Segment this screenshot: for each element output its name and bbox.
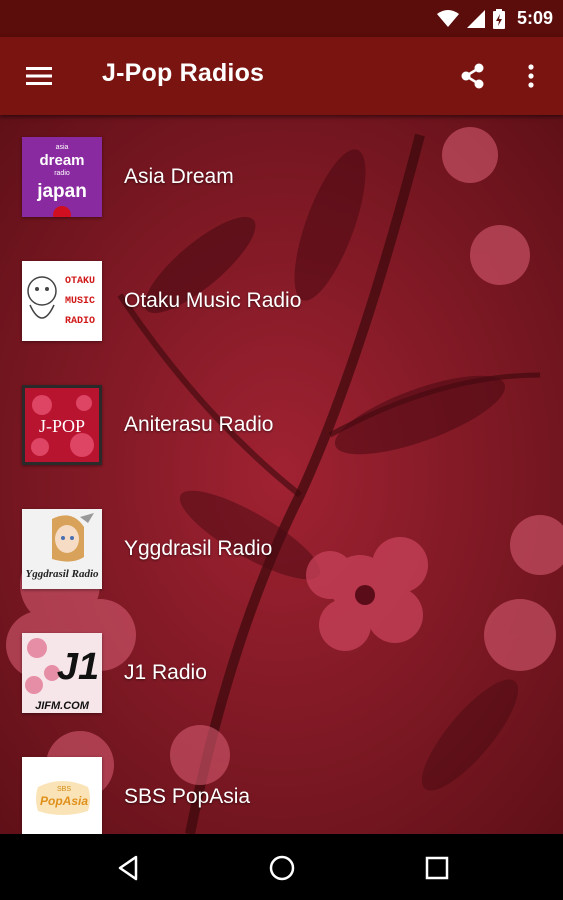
svg-text:Yggdrasil Radio: Yggdrasil Radio — [25, 568, 99, 580]
wifi-icon — [436, 9, 459, 27]
yggdrasil-radio-logo: Yggdrasil Radio — [22, 509, 102, 589]
sbs-popasia-logo: SBS PopAsia — [22, 757, 102, 834]
station-item-aniterasu-radio[interactable]: J-POP Aniterasu Radio — [0, 363, 563, 487]
battery-icon — [492, 8, 505, 29]
svg-text:japan: japan — [36, 181, 87, 202]
more-vert-icon[interactable] — [520, 61, 542, 91]
station-name: SBS PopAsia — [124, 785, 251, 808]
svg-text:MUSIC: MUSIC — [65, 296, 95, 307]
svg-text:SBS: SBS — [57, 786, 71, 793]
navigation-bar — [0, 834, 563, 900]
app-bar: J-Pop Radios — [0, 37, 563, 115]
station-name: Asia Dream — [124, 165, 234, 188]
station-list-container: asia dream radio japan Asia Dream OTAKU … — [0, 115, 563, 834]
svg-text:RADIO: RADIO — [65, 316, 95, 327]
svg-text:JIFM.COM: JIFM.COM — [35, 700, 90, 712]
aniterasu-radio-logo: J-POP — [22, 385, 102, 465]
cell-signal-icon — [466, 9, 485, 28]
svg-text:OTAKU: OTAKU — [65, 276, 95, 287]
station-item-sbs-popasia[interactable]: SBS PopAsia SBS PopAsia — [0, 735, 563, 834]
hamburger-menu-icon[interactable] — [24, 63, 54, 89]
svg-text:J-POP: J-POP — [39, 416, 85, 436]
station-name: Aniterasu Radio — [124, 413, 274, 436]
station-item-yggdrasil-radio[interactable]: Yggdrasil Radio Yggdrasil Radio — [0, 487, 563, 611]
home-circle-icon[interactable] — [266, 852, 298, 884]
svg-text:dream: dream — [39, 152, 84, 169]
svg-text:J1: J1 — [57, 646, 99, 688]
page-title: J-Pop Radios — [102, 59, 265, 87]
j1-radio-logo: J1 JIFM.COM — [22, 633, 102, 713]
station-name: Yggdrasil Radio — [124, 537, 273, 560]
station-item-asia-dream[interactable]: asia dream radio japan Asia Dream — [0, 115, 563, 239]
asia-dream-logo: asia dream radio japan — [22, 137, 102, 217]
svg-text:PopAsia: PopAsia — [40, 794, 88, 808]
station-item-j1-radio[interactable]: J1 JIFM.COM J1 Radio — [0, 611, 563, 735]
otaku-music-radio-logo: OTAKU MUSIC RADIO — [22, 261, 102, 341]
clock: 5:09 — [516, 8, 553, 28]
back-triangle-icon[interactable] — [112, 852, 144, 884]
svg-text:asia: asia — [56, 144, 69, 151]
share-icon[interactable] — [458, 61, 488, 91]
svg-text:radio: radio — [54, 170, 70, 177]
station-name: J1 Radio — [124, 661, 207, 684]
station-item-otaku-music-radio[interactable]: OTAKU MUSIC RADIO Otaku Music Radio — [0, 239, 563, 363]
status-bar: 5:09 — [0, 0, 563, 37]
station-name: Otaku Music Radio — [124, 289, 302, 312]
recents-square-icon[interactable] — [421, 852, 453, 884]
station-list: asia dream radio japan Asia Dream OTAKU … — [0, 115, 563, 834]
